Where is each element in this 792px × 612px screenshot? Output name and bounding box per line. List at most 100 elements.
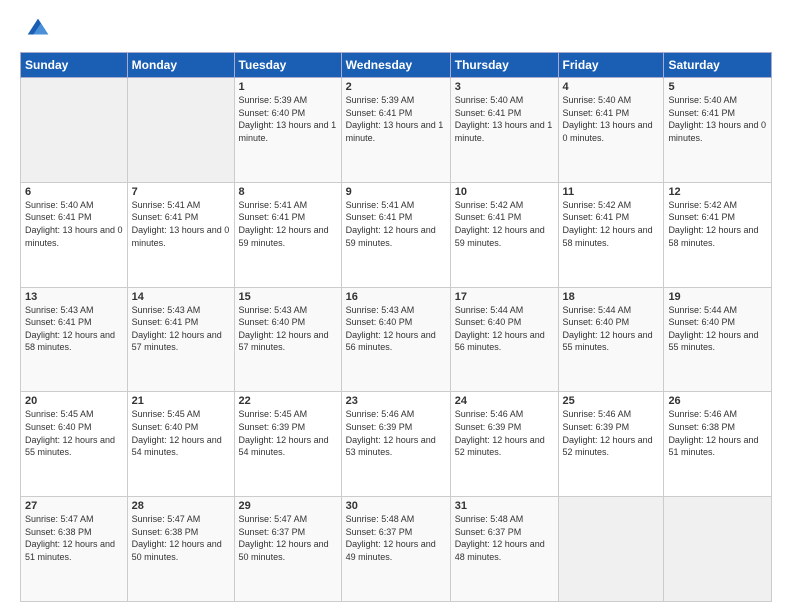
- day-info: Sunrise: 5:45 AM Sunset: 6:40 PM Dayligh…: [25, 408, 123, 458]
- day-cell: 14Sunrise: 5:43 AM Sunset: 6:41 PM Dayli…: [127, 287, 234, 392]
- day-cell: 26Sunrise: 5:46 AM Sunset: 6:38 PM Dayli…: [664, 392, 772, 497]
- day-info: Sunrise: 5:40 AM Sunset: 6:41 PM Dayligh…: [455, 94, 554, 144]
- day-cell: [558, 497, 664, 602]
- day-number: 28: [132, 500, 230, 512]
- header-cell-monday: Monday: [127, 53, 234, 78]
- day-info: Sunrise: 5:47 AM Sunset: 6:37 PM Dayligh…: [239, 513, 337, 563]
- day-number: 13: [25, 291, 123, 303]
- day-cell: 25Sunrise: 5:46 AM Sunset: 6:39 PM Dayli…: [558, 392, 664, 497]
- day-info: Sunrise: 5:41 AM Sunset: 6:41 PM Dayligh…: [239, 199, 337, 249]
- day-info: Sunrise: 5:48 AM Sunset: 6:37 PM Dayligh…: [346, 513, 446, 563]
- header-cell-wednesday: Wednesday: [341, 53, 450, 78]
- day-info: Sunrise: 5:44 AM Sunset: 6:40 PM Dayligh…: [668, 304, 767, 354]
- day-info: Sunrise: 5:45 AM Sunset: 6:39 PM Dayligh…: [239, 408, 337, 458]
- day-number: 4: [563, 81, 660, 93]
- calendar-table: SundayMondayTuesdayWednesdayThursdayFrid…: [20, 52, 772, 602]
- day-cell: 2Sunrise: 5:39 AM Sunset: 6:41 PM Daylig…: [341, 78, 450, 183]
- day-cell: [127, 78, 234, 183]
- day-info: Sunrise: 5:47 AM Sunset: 6:38 PM Dayligh…: [25, 513, 123, 563]
- day-number: 17: [455, 291, 554, 303]
- day-info: Sunrise: 5:42 AM Sunset: 6:41 PM Dayligh…: [455, 199, 554, 249]
- calendar-body: 1Sunrise: 5:39 AM Sunset: 6:40 PM Daylig…: [21, 78, 772, 602]
- day-info: Sunrise: 5:48 AM Sunset: 6:37 PM Dayligh…: [455, 513, 554, 563]
- week-row-2: 6Sunrise: 5:40 AM Sunset: 6:41 PM Daylig…: [21, 182, 772, 287]
- week-row-3: 13Sunrise: 5:43 AM Sunset: 6:41 PM Dayli…: [21, 287, 772, 392]
- day-cell: 8Sunrise: 5:41 AM Sunset: 6:41 PM Daylig…: [234, 182, 341, 287]
- day-cell: 31Sunrise: 5:48 AM Sunset: 6:37 PM Dayli…: [450, 497, 558, 602]
- day-cell: 29Sunrise: 5:47 AM Sunset: 6:37 PM Dayli…: [234, 497, 341, 602]
- day-info: Sunrise: 5:47 AM Sunset: 6:38 PM Dayligh…: [132, 513, 230, 563]
- day-cell: 20Sunrise: 5:45 AM Sunset: 6:40 PM Dayli…: [21, 392, 128, 497]
- day-info: Sunrise: 5:39 AM Sunset: 6:40 PM Dayligh…: [239, 94, 337, 144]
- day-cell: 22Sunrise: 5:45 AM Sunset: 6:39 PM Dayli…: [234, 392, 341, 497]
- day-cell: 27Sunrise: 5:47 AM Sunset: 6:38 PM Dayli…: [21, 497, 128, 602]
- day-cell: 30Sunrise: 5:48 AM Sunset: 6:37 PM Dayli…: [341, 497, 450, 602]
- day-info: Sunrise: 5:43 AM Sunset: 6:41 PM Dayligh…: [132, 304, 230, 354]
- day-number: 22: [239, 395, 337, 407]
- day-number: 11: [563, 186, 660, 198]
- day-cell: 16Sunrise: 5:43 AM Sunset: 6:40 PM Dayli…: [341, 287, 450, 392]
- day-number: 18: [563, 291, 660, 303]
- day-number: 30: [346, 500, 446, 512]
- day-cell: [664, 497, 772, 602]
- day-number: 3: [455, 81, 554, 93]
- day-number: 16: [346, 291, 446, 303]
- day-cell: 19Sunrise: 5:44 AM Sunset: 6:40 PM Dayli…: [664, 287, 772, 392]
- day-number: 12: [668, 186, 767, 198]
- day-info: Sunrise: 5:46 AM Sunset: 6:39 PM Dayligh…: [346, 408, 446, 458]
- day-cell: [21, 78, 128, 183]
- day-cell: 5Sunrise: 5:40 AM Sunset: 6:41 PM Daylig…: [664, 78, 772, 183]
- day-cell: 7Sunrise: 5:41 AM Sunset: 6:41 PM Daylig…: [127, 182, 234, 287]
- day-number: 2: [346, 81, 446, 93]
- day-number: 9: [346, 186, 446, 198]
- day-info: Sunrise: 5:40 AM Sunset: 6:41 PM Dayligh…: [668, 94, 767, 144]
- day-cell: 13Sunrise: 5:43 AM Sunset: 6:41 PM Dayli…: [21, 287, 128, 392]
- day-number: 14: [132, 291, 230, 303]
- day-info: Sunrise: 5:43 AM Sunset: 6:40 PM Dayligh…: [346, 304, 446, 354]
- week-row-4: 20Sunrise: 5:45 AM Sunset: 6:40 PM Dayli…: [21, 392, 772, 497]
- day-cell: 9Sunrise: 5:41 AM Sunset: 6:41 PM Daylig…: [341, 182, 450, 287]
- day-info: Sunrise: 5:46 AM Sunset: 6:39 PM Dayligh…: [455, 408, 554, 458]
- day-cell: 17Sunrise: 5:44 AM Sunset: 6:40 PM Dayli…: [450, 287, 558, 392]
- week-row-1: 1Sunrise: 5:39 AM Sunset: 6:40 PM Daylig…: [21, 78, 772, 183]
- day-info: Sunrise: 5:39 AM Sunset: 6:41 PM Dayligh…: [346, 94, 446, 144]
- day-info: Sunrise: 5:43 AM Sunset: 6:41 PM Dayligh…: [25, 304, 123, 354]
- day-number: 23: [346, 395, 446, 407]
- logo-icon: [24, 14, 52, 42]
- day-number: 7: [132, 186, 230, 198]
- day-info: Sunrise: 5:42 AM Sunset: 6:41 PM Dayligh…: [563, 199, 660, 249]
- day-cell: 10Sunrise: 5:42 AM Sunset: 6:41 PM Dayli…: [450, 182, 558, 287]
- day-info: Sunrise: 5:45 AM Sunset: 6:40 PM Dayligh…: [132, 408, 230, 458]
- day-info: Sunrise: 5:42 AM Sunset: 6:41 PM Dayligh…: [668, 199, 767, 249]
- day-cell: 21Sunrise: 5:45 AM Sunset: 6:40 PM Dayli…: [127, 392, 234, 497]
- day-cell: 18Sunrise: 5:44 AM Sunset: 6:40 PM Dayli…: [558, 287, 664, 392]
- day-cell: 4Sunrise: 5:40 AM Sunset: 6:41 PM Daylig…: [558, 78, 664, 183]
- logo: [20, 18, 52, 42]
- day-cell: 3Sunrise: 5:40 AM Sunset: 6:41 PM Daylig…: [450, 78, 558, 183]
- header-cell-friday: Friday: [558, 53, 664, 78]
- day-number: 5: [668, 81, 767, 93]
- day-info: Sunrise: 5:41 AM Sunset: 6:41 PM Dayligh…: [132, 199, 230, 249]
- day-number: 24: [455, 395, 554, 407]
- day-cell: 6Sunrise: 5:40 AM Sunset: 6:41 PM Daylig…: [21, 182, 128, 287]
- day-info: Sunrise: 5:44 AM Sunset: 6:40 PM Dayligh…: [455, 304, 554, 354]
- page: SundayMondayTuesdayWednesdayThursdayFrid…: [0, 0, 792, 612]
- day-number: 10: [455, 186, 554, 198]
- day-number: 25: [563, 395, 660, 407]
- week-row-5: 27Sunrise: 5:47 AM Sunset: 6:38 PM Dayli…: [21, 497, 772, 602]
- day-info: Sunrise: 5:41 AM Sunset: 6:41 PM Dayligh…: [346, 199, 446, 249]
- day-number: 31: [455, 500, 554, 512]
- day-cell: 1Sunrise: 5:39 AM Sunset: 6:40 PM Daylig…: [234, 78, 341, 183]
- day-cell: 23Sunrise: 5:46 AM Sunset: 6:39 PM Dayli…: [341, 392, 450, 497]
- header-cell-thursday: Thursday: [450, 53, 558, 78]
- header-row: SundayMondayTuesdayWednesdayThursdayFrid…: [21, 53, 772, 78]
- header-cell-saturday: Saturday: [664, 53, 772, 78]
- day-info: Sunrise: 5:44 AM Sunset: 6:40 PM Dayligh…: [563, 304, 660, 354]
- day-cell: 11Sunrise: 5:42 AM Sunset: 6:41 PM Dayli…: [558, 182, 664, 287]
- day-info: Sunrise: 5:43 AM Sunset: 6:40 PM Dayligh…: [239, 304, 337, 354]
- day-number: 21: [132, 395, 230, 407]
- day-info: Sunrise: 5:46 AM Sunset: 6:38 PM Dayligh…: [668, 408, 767, 458]
- day-number: 20: [25, 395, 123, 407]
- calendar-header: SundayMondayTuesdayWednesdayThursdayFrid…: [21, 53, 772, 78]
- day-cell: 24Sunrise: 5:46 AM Sunset: 6:39 PM Dayli…: [450, 392, 558, 497]
